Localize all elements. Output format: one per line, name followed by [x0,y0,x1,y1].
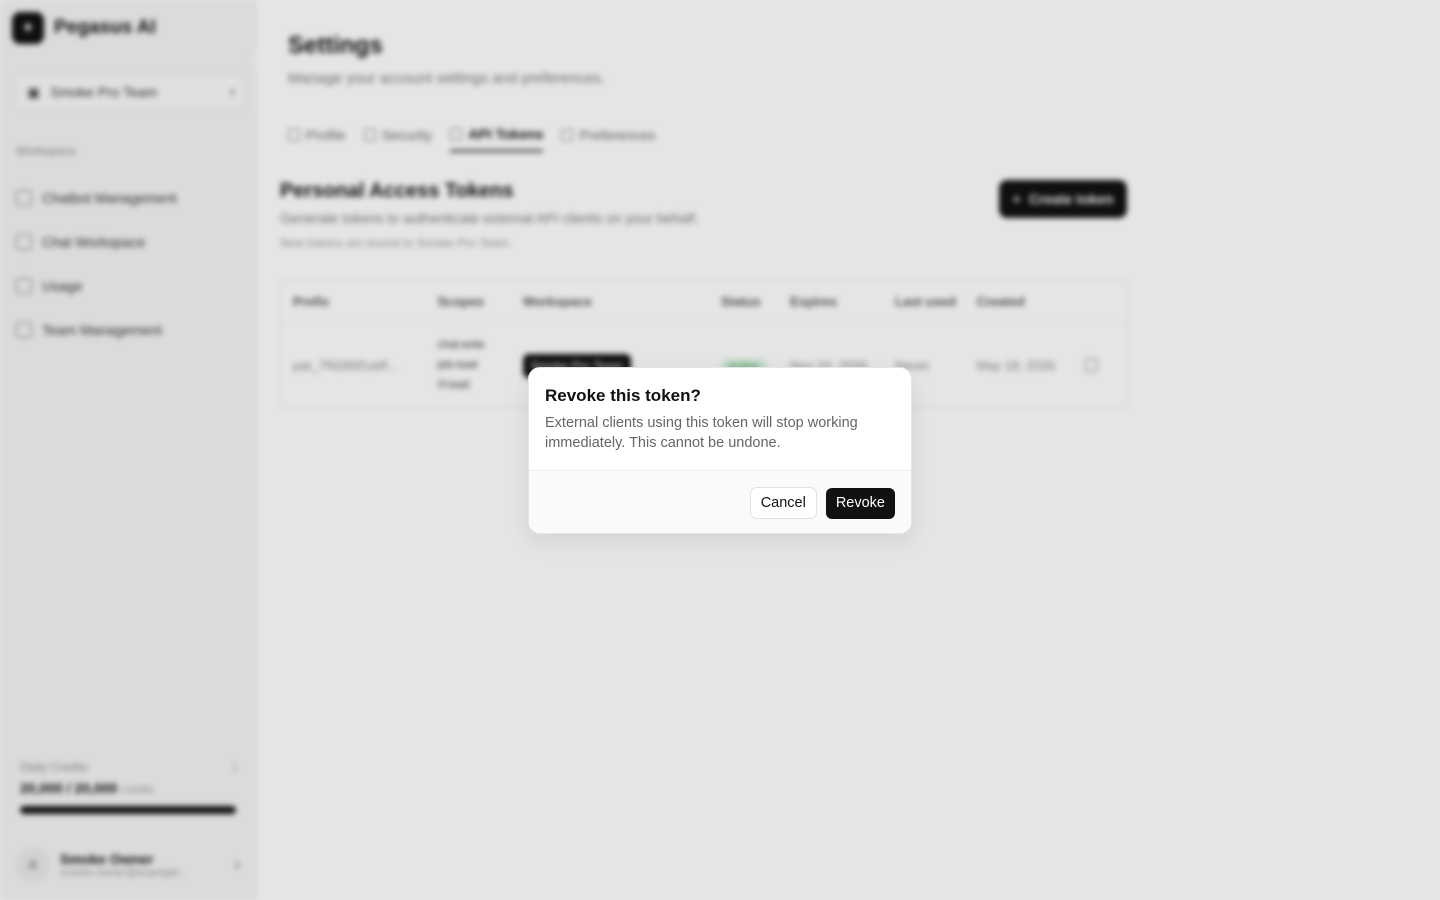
revoke-button[interactable]: Revoke [825,487,895,519]
cancel-button[interactable]: Cancel [749,487,817,519]
dialog-title: Revoke this token? [545,386,701,405]
dialog-body: Revoke this token? External clients usin… [529,368,911,470]
dialog-footer: Cancel Revoke [529,470,911,533]
revoke-token-dialog: Revoke this token? External clients usin… [528,367,912,534]
dialog-description: External clients using this token will s… [545,415,858,451]
